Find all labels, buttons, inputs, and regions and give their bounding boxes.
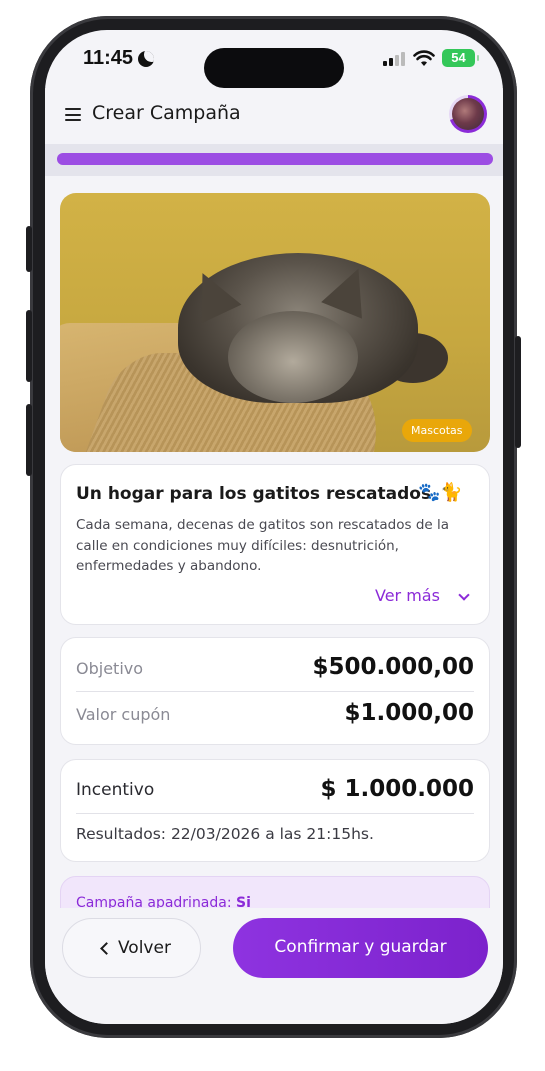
coupon-label: Valor cupón <box>76 705 171 724</box>
progress-bar <box>57 153 493 165</box>
divider <box>76 691 474 692</box>
phone-screen: 11:45 54 Crear Campaña Mascotas Un hogar… <box>45 30 503 1024</box>
confirm-label: Confirmar y guardar <box>274 937 447 957</box>
avatar[interactable] <box>449 95 487 133</box>
divider <box>76 813 474 814</box>
coupon-row: Valor cupón $1.000,00 <box>76 700 474 730</box>
battery-icon: 54 <box>442 49 479 67</box>
back-button[interactable]: Volver <box>62 918 201 978</box>
action-button <box>26 226 32 272</box>
sponsor-value: Si <box>236 895 251 908</box>
progress-fill <box>57 153 493 165</box>
moon-icon <box>138 51 154 67</box>
incentive-card: Incentivo $ 1.000.000 Resultados: 22/03/… <box>60 759 490 862</box>
campaign-description: Cada semana, decenas de gatitos son resc… <box>76 517 450 574</box>
sponsor-card: Campaña apadrinada: Si <box>60 876 490 908</box>
wifi-icon <box>413 50 435 66</box>
amounts-card: Objetivo $500.000,00 Valor cupón $1.000,… <box>60 637 490 745</box>
incentive-label: Incentivo <box>76 780 155 800</box>
incentive-value: $ 1.000.000 <box>320 776 474 802</box>
campaign-title: Un hogar para los gatitos rescatados <box>76 484 432 504</box>
status-bar: 11:45 54 <box>45 30 503 88</box>
sponsor-info: Campaña apadrinada: Si <box>76 895 251 908</box>
hamburger-icon[interactable] <box>65 108 81 121</box>
clock: 11:45 <box>83 47 134 69</box>
volume-up-button <box>26 310 32 382</box>
volume-down-button <box>26 404 32 476</box>
paw-cat-emoji: 🐾🐈 <box>418 482 463 503</box>
coupon-value: $1.000,00 <box>344 700 475 726</box>
power-button <box>515 336 521 448</box>
campaign-image: Mascotas <box>60 193 490 452</box>
goal-label: Objetivo <box>76 659 144 678</box>
footer-actions: Volver Confirmar y guardar <box>45 908 503 1024</box>
chevron-left-icon <box>100 942 113 955</box>
chevron-down-icon[interactable] <box>458 589 470 601</box>
app-header: Crear Campaña <box>45 88 503 144</box>
goal-value: $500.000,00 <box>312 654 474 680</box>
see-more-link[interactable]: Ver más <box>375 586 440 605</box>
confirm-save-button[interactable]: Confirmar y guardar <box>233 918 488 978</box>
cellular-signal-icon <box>383 52 407 66</box>
sponsor-label: Campaña apadrinada: <box>76 895 232 908</box>
category-badge: Mascotas <box>402 419 472 442</box>
dynamic-island <box>204 48 344 88</box>
back-label: Volver <box>118 938 171 958</box>
page-title: Crear Campaña <box>92 102 241 124</box>
results-date: Resultados: 22/03/2026 a las 21:15hs. <box>76 825 374 843</box>
scroll-content[interactable]: Mascotas Un hogar para los gatitos resca… <box>45 176 503 908</box>
goal-row: Objetivo $500.000,00 <box>76 654 474 684</box>
progress-section <box>45 144 503 176</box>
description-card: Un hogar para los gatitos rescatados 🐾🐈 … <box>60 464 490 625</box>
